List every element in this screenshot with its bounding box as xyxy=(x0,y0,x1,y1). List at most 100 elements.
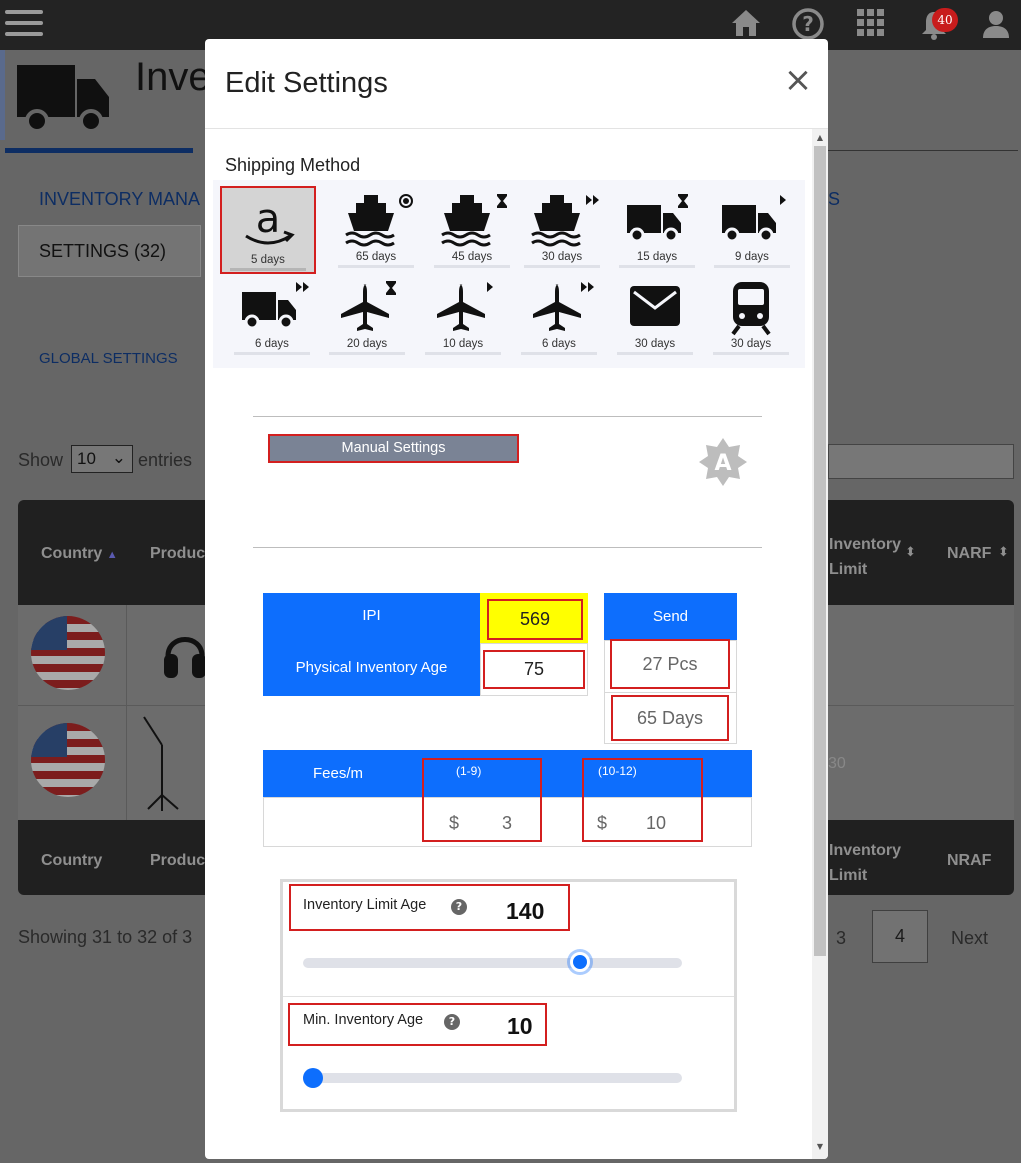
scrollbar-thumb[interactable] xyxy=(814,146,826,956)
inventory-limit-age-value: 140 xyxy=(506,898,545,924)
fees-tier-1-box xyxy=(422,758,542,842)
showing-entries-text: Showing 31 to 32 of 3 xyxy=(18,927,193,947)
truck-logo-icon xyxy=(17,65,111,139)
notification-count-badge: 40 xyxy=(932,8,958,32)
ipi-input[interactable]: 569 xyxy=(487,599,583,640)
mic-stand-product-image xyxy=(140,715,185,817)
divider xyxy=(828,150,1018,151)
plane-fast-forward-icon xyxy=(513,280,605,331)
tab-nav-tail[interactable]: S xyxy=(828,189,840,210)
modal-title: Edit Settings xyxy=(225,67,388,99)
inventory-management-tab[interactable]: INVENTORY MANA xyxy=(39,189,200,210)
physical-inventory-age-input[interactable]: 75 xyxy=(483,650,585,689)
ship-hourglass-icon xyxy=(426,193,518,247)
shipping-option-label: 65 days xyxy=(338,251,414,268)
send-pcs-input[interactable]: 27 Pcs xyxy=(610,639,730,689)
col-inventory-limit-line2: Limit xyxy=(829,561,868,578)
shipping-option-sea-45[interactable]: 45 days xyxy=(426,185,518,269)
shipping-option-sea-30[interactable]: 30 days xyxy=(516,185,608,269)
chevron-down-icon: ⌄ xyxy=(111,448,126,467)
shipping-option-mail-30[interactable]: 30 days xyxy=(609,272,701,356)
shipping-option-air-20[interactable]: 20 days xyxy=(321,272,413,356)
send-header: Send xyxy=(604,593,737,641)
footer-inventory-limit: Inventory Limit xyxy=(829,838,901,888)
currency-symbol: $ xyxy=(597,813,608,833)
scroll-up-arrow-icon[interactable]: ▲ xyxy=(814,132,826,144)
auto-settings-badge-icon[interactable]: A xyxy=(699,438,747,486)
entries-select-value: 10 xyxy=(77,449,96,468)
global-settings-link[interactable]: GLOBAL SETTINGS xyxy=(39,350,178,367)
shipping-option-label: 9 days xyxy=(714,251,790,268)
physical-inventory-age-label: Physical Inventory Age xyxy=(295,659,448,676)
us-flag-icon xyxy=(31,723,105,797)
currency-symbol: $ xyxy=(449,813,460,833)
shipping-option-truck-15[interactable]: 15 days xyxy=(611,185,703,269)
ship-fast-forward-icon xyxy=(516,193,608,247)
col-country-label: Country xyxy=(41,545,103,562)
shipping-option-label: 5 days xyxy=(230,254,306,271)
truck-play-icon xyxy=(706,193,798,243)
plane-play-icon xyxy=(417,280,509,331)
user-avatar-icon[interactable] xyxy=(980,8,1012,44)
col-country[interactable]: Country ▲ xyxy=(41,545,118,563)
fees-range-1: (1-9) xyxy=(456,764,482,778)
shipping-option-label: 6 days xyxy=(234,338,310,355)
apps-grid-icon[interactable] xyxy=(857,9,885,41)
title-underline xyxy=(5,148,193,153)
col-narf[interactable]: NARF xyxy=(947,545,991,563)
col-inventory-limit[interactable]: Inventory Limit xyxy=(829,532,901,582)
fees-tier-1-input[interactable]: 3 xyxy=(502,813,512,834)
fees-tier-2-input[interactable]: 10 xyxy=(646,813,666,834)
shipping-option-label: 30 days xyxy=(713,338,789,355)
ipi-label: IPI xyxy=(362,607,381,624)
us-flag-icon xyxy=(31,616,105,690)
hamburger-menu-icon[interactable] xyxy=(5,10,43,43)
truck-hourglass-icon xyxy=(611,193,703,243)
manual-settings-button[interactable]: Manual Settings xyxy=(268,434,519,463)
help-icon[interactable]: ? xyxy=(451,899,467,915)
footer-product: Produc xyxy=(150,852,206,869)
shipping-option-truck-9[interactable]: 9 days xyxy=(706,185,798,269)
help-icon[interactable]: ? xyxy=(444,1014,460,1030)
shipping-option-label: 45 days xyxy=(434,251,510,268)
shipping-option-sea-65[interactable]: 65 days xyxy=(330,185,422,269)
shipping-option-label: 6 days xyxy=(521,338,597,355)
search-input[interactable] xyxy=(828,444,1014,479)
shipping-option-truck-6[interactable]: 6 days xyxy=(226,272,318,356)
inventory-limit-age-label: Inventory Limit Age xyxy=(303,897,427,913)
amazon-icon: a xyxy=(222,196,314,246)
headphones-product-image xyxy=(160,622,210,690)
auto-badge-letter: A xyxy=(714,451,731,476)
show-label: Show xyxy=(18,450,64,470)
page-4-link[interactable]: 4 xyxy=(872,910,928,963)
train-icon xyxy=(705,280,797,336)
shipping-method-grid: a 5 days 65 days 45 days 30 days 15 days… xyxy=(213,180,805,368)
mail-icon xyxy=(609,280,701,330)
page-title: Inve xyxy=(135,55,211,99)
shipping-option-air-10[interactable]: 10 days xyxy=(417,272,509,356)
shipping-option-rail-30[interactable]: 30 days xyxy=(705,272,797,356)
entries-label: entries xyxy=(138,450,193,470)
min-inventory-age-value: 10 xyxy=(507,1013,533,1039)
min-inventory-age-slider-track[interactable] xyxy=(303,1073,682,1083)
col-inventory-limit-line1: Inventory xyxy=(829,536,902,553)
scroll-down-arrow-icon[interactable]: ▼ xyxy=(814,1141,826,1153)
shipping-option-amazon[interactable]: a 5 days xyxy=(220,186,316,274)
settings-tab[interactable]: SETTINGS (32) xyxy=(39,241,166,262)
min-inventory-age-slider-thumb[interactable] xyxy=(303,1068,323,1088)
edit-settings-modal: Edit Settings × ▲ ▼ Shipping Method a 5 … xyxy=(205,39,828,1159)
entries-select[interactable]: 10 ⌄ xyxy=(71,445,133,473)
col-product[interactable]: Produc xyxy=(150,545,205,563)
fees-label: Fees/m xyxy=(313,765,364,782)
sort-asc-icon: ▲ xyxy=(106,549,118,561)
plane-hourglass-icon xyxy=(321,280,413,331)
inventory-limit-age-slider-track[interactable] xyxy=(303,958,682,968)
send-days-input[interactable]: 65 Days xyxy=(611,695,729,741)
close-button[interactable]: × xyxy=(783,63,813,99)
next-page-link[interactable]: Next xyxy=(951,928,988,949)
shipping-method-label: Shipping Method xyxy=(225,155,361,175)
shipping-option-air-6[interactable]: 6 days xyxy=(513,272,605,356)
page-3-link[interactable]: 3 xyxy=(836,928,846,949)
sort-icon: ⬍ xyxy=(905,545,916,560)
shipping-option-label: 30 days xyxy=(524,251,600,268)
